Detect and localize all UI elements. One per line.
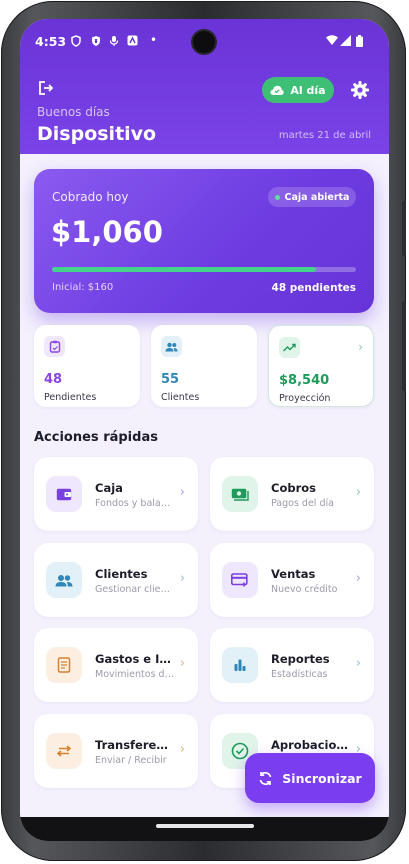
collection-progress-bar — [52, 267, 356, 272]
page-title: Dispositivo — [37, 123, 157, 145]
action-transferencias[interactable]: Transferencias Enviar / Recibir › — [34, 714, 198, 788]
app-screen: 4:53 • Buenos días Dispositivo martes 21… — [20, 19, 389, 841]
action-ventas-subtitle: Nuevo crédito — [271, 584, 338, 595]
cash-icon — [222, 476, 258, 512]
greeting-text: Buenos días — [37, 105, 110, 119]
action-caja[interactable]: Caja Fondos y balances › — [34, 457, 198, 531]
shield-outline-icon — [71, 35, 81, 47]
quick-actions-heading: Acciones rápidas — [34, 430, 158, 445]
action-caja-title: Caja — [95, 481, 123, 495]
gear-icon[interactable] — [350, 80, 370, 100]
clipboard-icon — [44, 336, 65, 357]
action-ventas[interactable]: Ventas Nuevo crédito › — [210, 543, 374, 617]
action-transferencias-subtitle: Enviar / Recibir — [95, 755, 167, 766]
action-clientes-subtitle: Gestionar clientes — [95, 584, 175, 595]
current-date: martes 21 de abril — [278, 130, 371, 141]
action-ventas-title: Ventas — [271, 567, 316, 581]
action-transferencias-title: Transferencias — [95, 738, 175, 752]
stat-projection-label: Proyección — [279, 393, 331, 404]
wifi-icon — [326, 35, 338, 45]
chevron-right-icon: › — [179, 485, 185, 500]
action-gastos[interactable]: Gastos e Ingresos Movimientos diarios › — [34, 628, 198, 702]
status-dot — [274, 194, 280, 200]
sync-icon — [259, 771, 272, 785]
signal-icon — [340, 35, 351, 46]
people-icon — [46, 562, 82, 598]
action-reportes[interactable]: Reportes Estadísticas › — [210, 628, 374, 702]
action-gastos-subtitle: Movimientos diarios — [95, 669, 175, 680]
cash-status-badge: Caja abierta — [268, 187, 356, 207]
sync-status-label: Al día — [290, 83, 326, 97]
chevron-right-icon: › — [358, 340, 363, 354]
action-reportes-title: Reportes — [271, 652, 330, 666]
people-icon — [161, 336, 182, 357]
chevron-right-icon: › — [355, 485, 361, 500]
sync-button-label: Sincronizar — [282, 770, 362, 786]
bar-chart-icon — [222, 647, 258, 683]
action-clientes-title: Clientes — [95, 567, 148, 581]
action-cobros-title: Cobros — [271, 481, 316, 495]
trend-up-icon — [279, 337, 300, 358]
action-aprobaciones-title: Aprobaciones — [271, 738, 351, 752]
stat-clients-value: 55 — [161, 372, 180, 387]
initial-balance: Inicial: $160 — [52, 282, 114, 293]
shield-icon — [92, 36, 100, 46]
sync-status-pill[interactable]: Al día — [262, 77, 334, 103]
collected-label: Cobrado hoy — [52, 190, 129, 204]
action-clientes[interactable]: Clientes Gestionar clientes › — [34, 543, 198, 617]
wallet-icon — [46, 476, 82, 512]
receipt-icon — [46, 647, 82, 683]
chevron-right-icon: › — [355, 571, 361, 586]
app-notification-icon — [127, 35, 138, 46]
action-reportes-subtitle: Estadísticas — [271, 669, 328, 680]
front-camera — [193, 31, 215, 53]
cloud-check-icon — [270, 85, 285, 95]
volume-button — [402, 201, 406, 256]
power-button — [402, 301, 406, 391]
action-caja-subtitle: Fondos y balances — [95, 498, 175, 509]
collected-today-card[interactable]: Cobrado hoy $1,060 Caja abierta Inicial:… — [34, 169, 374, 313]
stat-projection[interactable]: › $8,540 Proyección — [268, 325, 374, 407]
battery-icon — [356, 35, 363, 47]
stat-clients[interactable]: 55 Clientes — [151, 325, 257, 407]
chevron-right-icon: › — [179, 571, 185, 586]
sync-button[interactable]: Sincronizar — [245, 753, 375, 803]
chevron-right-icon: › — [179, 742, 185, 757]
collection-progress-fill — [52, 267, 317, 272]
chevron-right-icon: › — [355, 656, 361, 671]
stat-clients-label: Clientes — [161, 392, 200, 403]
logout-icon[interactable] — [37, 79, 55, 97]
status-time: 4:53 — [35, 34, 67, 49]
collected-amount: $1,060 — [51, 215, 163, 249]
home-indicator[interactable] — [156, 824, 254, 828]
chevron-right-icon: › — [179, 656, 185, 671]
more-notifications-icon: • — [150, 33, 158, 47]
action-gastos-title: Gastos e Ingresos — [95, 652, 175, 666]
swap-icon — [46, 733, 82, 769]
system-nav-bar — [20, 817, 389, 841]
stat-pending[interactable]: 48 Pendientes — [34, 325, 140, 407]
stat-projection-value: $8,540 — [279, 373, 330, 388]
pending-count: 48 pendientes — [271, 282, 356, 294]
stat-pending-value: 48 — [44, 372, 63, 387]
cash-status-label: Caja abierta — [284, 191, 350, 203]
card-add-icon — [222, 562, 258, 598]
action-cobros-subtitle: Pagos del día — [271, 498, 334, 509]
stat-pending-label: Pendientes — [44, 392, 97, 403]
mic-icon — [109, 36, 119, 46]
action-cobros[interactable]: Cobros Pagos del día › — [210, 457, 374, 531]
